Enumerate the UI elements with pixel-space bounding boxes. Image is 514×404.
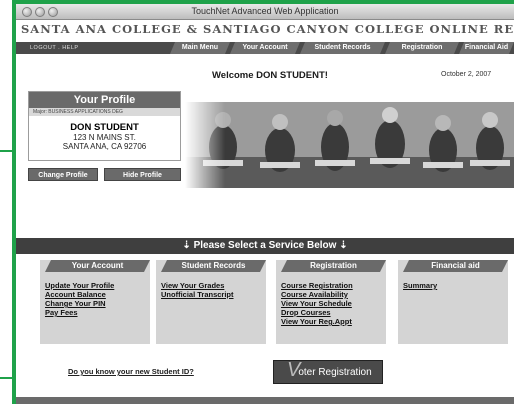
change-pin-link[interactable]: Change Your PIN bbox=[45, 299, 114, 308]
view-grades-link[interactable]: View Your Grades bbox=[161, 281, 234, 290]
college-banner: SANTA ANA COLLEGE & SANTIAGO CANYON COLL… bbox=[21, 22, 514, 36]
top-navbar: LOGOUT . HELP Main Menu Your Account Stu… bbox=[16, 42, 514, 54]
voter-registration-label: oter Registration bbox=[298, 367, 372, 378]
address-line-2: SANTA ANA, CA 92706 bbox=[62, 142, 147, 151]
update-profile-link[interactable]: Update Your Profile bbox=[45, 281, 114, 290]
profile-title: Your Profile bbox=[29, 92, 180, 108]
left-guide-line-bottom bbox=[0, 377, 12, 379]
service-header-text: Please Select a Service Below bbox=[193, 240, 337, 251]
students-photo bbox=[185, 102, 514, 188]
card-title: Registration bbox=[281, 260, 386, 272]
voter-registration-button[interactable]: V oter Registration bbox=[273, 359, 383, 384]
left-guide-line-top bbox=[0, 150, 12, 152]
card-title: Financial aid bbox=[403, 260, 508, 272]
hide-profile-button[interactable]: Hide Profile bbox=[104, 168, 181, 181]
welcome-message: Welcome DON STUDENT! bbox=[212, 70, 328, 81]
window-titlebar: TouchNet Advanced Web Application bbox=[16, 4, 514, 20]
footer-bar bbox=[16, 397, 514, 404]
tab-financial-aid[interactable]: Financial Aid bbox=[459, 42, 514, 54]
profile-panel: Your Profile Major: BUSINESS APPLICATION… bbox=[28, 91, 181, 161]
logout-help-links[interactable]: LOGOUT . HELP bbox=[30, 43, 79, 53]
student-id-link[interactable]: Do you know your new Student ID? bbox=[68, 367, 194, 376]
card-financial-aid: Financial aid Summary bbox=[398, 260, 508, 344]
card-title: Your Account bbox=[45, 260, 150, 272]
voter-check-icon: V bbox=[287, 359, 301, 381]
service-section-header: ⇣ Please Select a Service Below ⇣ bbox=[16, 238, 514, 254]
view-schedule-link[interactable]: View Your Schedule bbox=[281, 299, 353, 308]
change-profile-button[interactable]: Change Profile bbox=[28, 168, 98, 181]
browser-window: TouchNet Advanced Web Application SANTA … bbox=[16, 4, 514, 404]
tab-registration[interactable]: Registration bbox=[385, 42, 459, 54]
view-reg-appt-link[interactable]: View Your Reg.Appt bbox=[281, 317, 353, 326]
course-registration-link[interactable]: Course Registration bbox=[281, 281, 353, 290]
tab-your-account[interactable]: Your Account bbox=[230, 42, 300, 54]
students-photo-illustration bbox=[185, 102, 514, 188]
window-title: TouchNet Advanced Web Application bbox=[191, 6, 339, 16]
drop-courses-link[interactable]: Drop Courses bbox=[281, 308, 353, 317]
unofficial-transcript-link[interactable]: Unofficial Transcript bbox=[161, 290, 234, 299]
card-student-records: Student Records View Your Grades Unoffic… bbox=[156, 260, 266, 344]
account-balance-link[interactable]: Account Balance bbox=[45, 290, 114, 299]
current-date: October 2, 2007 bbox=[441, 71, 492, 78]
card-registration: Registration Course Registration Course … bbox=[276, 260, 386, 344]
down-arrow-icon: ⇣ bbox=[182, 240, 191, 251]
address-line-1: 123 N MAINS ST. bbox=[73, 133, 136, 142]
tab-student-records[interactable]: Student Records bbox=[300, 42, 385, 54]
card-your-account: Your Account Update Your Profile Account… bbox=[40, 260, 150, 344]
profile-major: Major: BUSINESS APPLICATIONS DEG bbox=[29, 108, 180, 116]
course-availability-link[interactable]: Course Availability bbox=[281, 290, 353, 299]
card-title: Student Records bbox=[161, 260, 266, 272]
pay-fees-link[interactable]: Pay Fees bbox=[45, 308, 114, 317]
student-name: DON STUDENT bbox=[70, 122, 139, 133]
summary-link[interactable]: Summary bbox=[403, 281, 437, 290]
down-arrow-icon: ⇣ bbox=[339, 240, 348, 251]
tab-main-menu[interactable]: Main Menu bbox=[170, 42, 230, 54]
